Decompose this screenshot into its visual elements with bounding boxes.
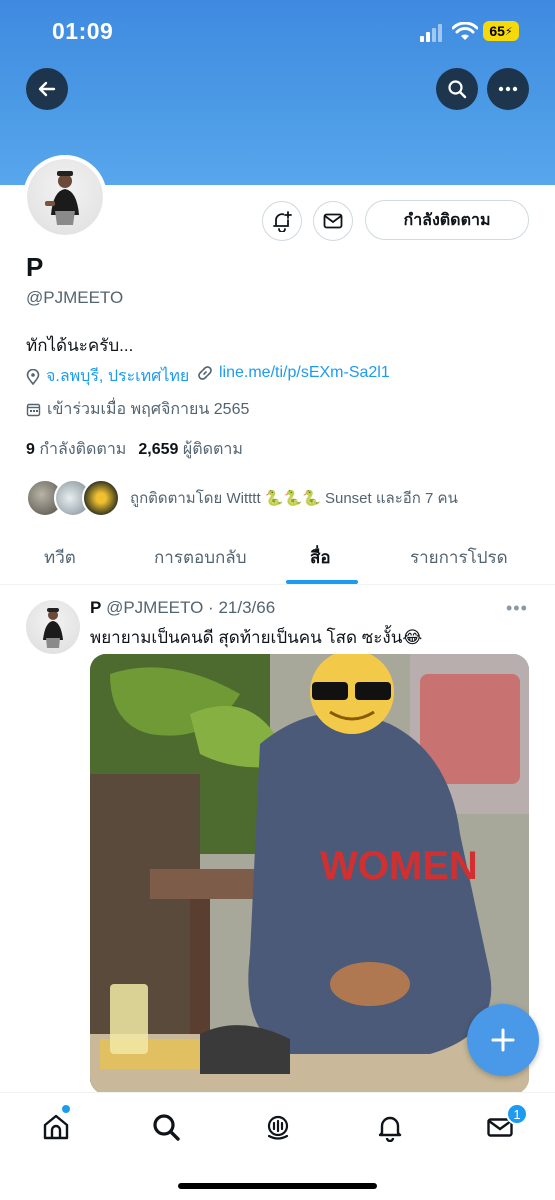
tab-media[interactable]: สื่อ (310, 544, 331, 571)
notifications-button[interactable] (262, 201, 302, 241)
tweet-more-button[interactable]: ••• (506, 598, 528, 619)
joined-text: เข้าร่วมเมื่อ พฤศจิกายน 2565 (47, 401, 250, 418)
following-count: 9 (26, 441, 35, 458)
tab-tweets[interactable]: ทวีต (44, 544, 76, 571)
profile-link[interactable]: line.me/ti/p/sEXm-Sa2l1 (197, 364, 390, 382)
arrow-left-icon (38, 81, 56, 97)
location-text: จ.ลพบุรี, ประเทศไทย (46, 368, 190, 385)
avatar-person-photo (43, 608, 63, 648)
compose-tweet-button[interactable] (467, 1004, 539, 1076)
status-bar: 01:09 65 ⚡ (0, 0, 555, 62)
profile-handle: @PJMEETO (26, 288, 124, 307)
search-button[interactable] (436, 68, 478, 110)
profile-joined: เข้าร่วมเมื่อ พฤศจิกายน 2565 (26, 397, 249, 422)
cellular-signal-icon (420, 24, 442, 42)
nav-home[interactable] (38, 1109, 74, 1145)
back-button[interactable] (26, 68, 68, 110)
following-button[interactable]: กำลังติดตาม (365, 200, 529, 240)
tab-likes[interactable]: รายการโปรด (410, 544, 508, 571)
envelope-icon (323, 213, 343, 229)
avatar-person-photo (45, 171, 79, 225)
tweet-author-handle: @PJMEETO (106, 598, 204, 617)
spaces-microphone-icon (267, 1115, 289, 1140)
status-time: 01:09 (52, 18, 114, 44)
tweet-header: P @PJMEETO · 21/3/66 (90, 598, 276, 617)
follower-avatar (82, 479, 120, 517)
profile-avatar[interactable] (23, 155, 107, 239)
link-text[interactable]: line.me/ti/p/sEXm-Sa2l1 (219, 364, 390, 382)
search-icon (448, 80, 467, 99)
wifi-icon (452, 22, 478, 40)
followed-by-text: ถูกติดตามโดย Witttt 🐍🐍🐍 Sunset และอีก 7 … (130, 490, 458, 507)
messages-badge: 1 (506, 1103, 528, 1125)
followed-by-row[interactable]: ถูกติดตามโดย Witttt 🐍🐍🐍 Sunset และอีก 7 … (26, 478, 458, 518)
bell-icon (378, 1116, 402, 1142)
profile-stats: 9 กำลังติดตาม 2,659 ผู้ติดตาม (26, 437, 243, 462)
more-options-button[interactable] (487, 68, 529, 110)
following-stat[interactable]: 9 กำลังติดตาม (26, 441, 126, 458)
followers-label: ผู้ติดตาม (182, 441, 243, 458)
tweet-author-name[interactable]: P (90, 598, 101, 617)
tweet-photo: WOMEN (90, 654, 529, 1094)
tweet-avatar[interactable] (26, 600, 80, 654)
nav-notifications[interactable] (372, 1109, 408, 1145)
charging-icon: ⚡ (504, 25, 513, 38)
battery-indicator: 65 ⚡ (483, 21, 519, 41)
link-icon (198, 366, 212, 380)
shirt-print: WOMEN (320, 844, 478, 888)
nav-spaces[interactable] (260, 1109, 296, 1145)
tweet-text: พยายามเป็นคนดี สุดท้ายเป็นคน โสด ซะงั้น😂 (90, 628, 423, 647)
plus-icon (491, 1028, 515, 1052)
more-horizontal-icon (498, 86, 518, 92)
message-button[interactable] (313, 201, 353, 241)
battery-level: 65 (489, 23, 505, 39)
profile-location: จ.ลพบุรี, ประเทศไทย (26, 364, 189, 389)
profile-display-name: P (26, 252, 44, 282)
profile-bio: ทักได้นะครับ... (26, 336, 134, 355)
home-indicator-bar (178, 1183, 377, 1189)
followers-stat[interactable]: 2,659 ผู้ติดตาม (138, 441, 243, 458)
following-label: กำลังติดตาม (39, 441, 127, 458)
calendar-icon (26, 403, 41, 417)
tab-replies[interactable]: การตอบกลับ (154, 544, 247, 571)
nav-search[interactable] (148, 1109, 184, 1145)
home-icon (43, 1114, 69, 1140)
location-pin-icon (26, 368, 40, 385)
active-tab-indicator (286, 580, 358, 584)
home-notification-dot (62, 1105, 70, 1113)
followers-count: 2,659 (138, 441, 179, 458)
profile-tabs: ทวีต การตอบกลับ สื่อ รายการโปรด (0, 530, 555, 585)
bell-plus-icon (273, 211, 292, 232)
search-icon (153, 1114, 180, 1141)
tweet-date[interactable]: 21/3/66 (218, 598, 275, 617)
tweet-media-image[interactable]: WOMEN (90, 654, 529, 1094)
